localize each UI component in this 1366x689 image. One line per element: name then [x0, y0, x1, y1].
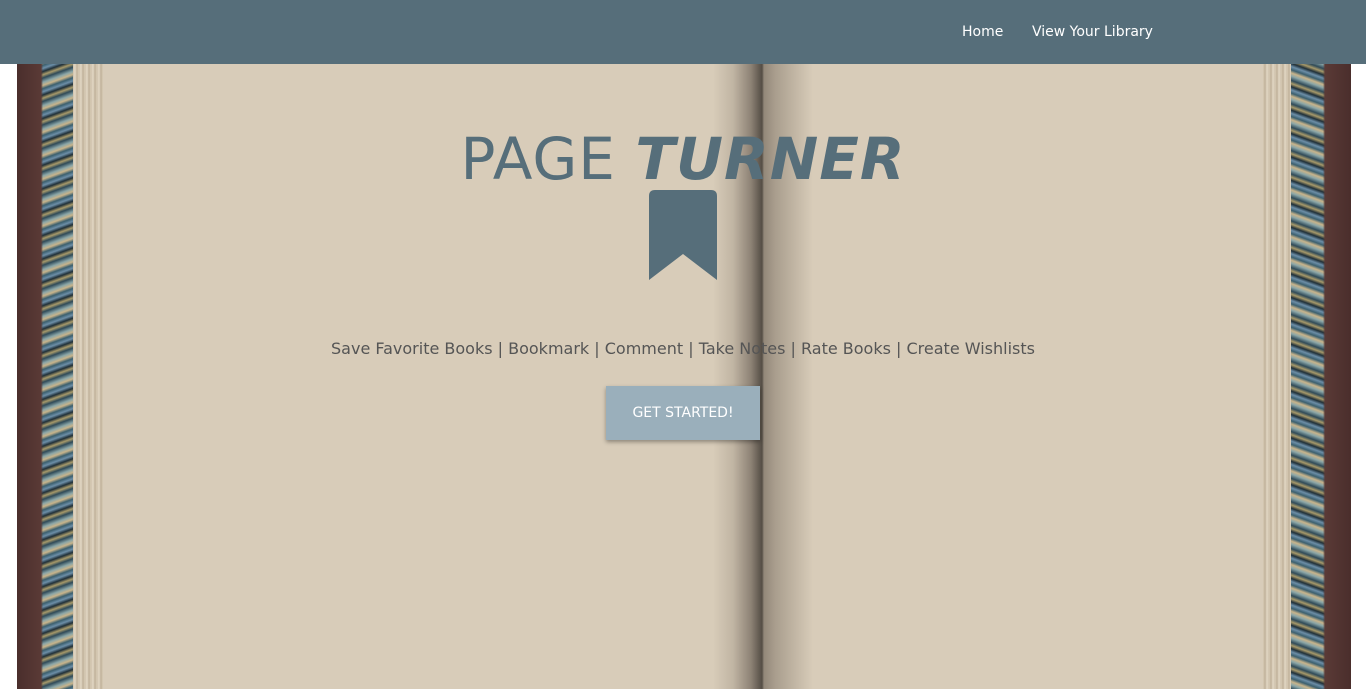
- nav-library-link[interactable]: View Your Library: [1032, 23, 1153, 41]
- get-started-button[interactable]: GET STARTED!: [606, 386, 760, 440]
- bookmark-icon: [649, 190, 717, 280]
- title-part-turner: TURNER: [635, 125, 906, 193]
- navbar: Home View Your Library: [0, 0, 1366, 64]
- features-list: Save Favorite Books | Bookmark | Comment…: [331, 339, 1035, 358]
- title-part-page: PAGE: [460, 125, 636, 193]
- page-title: PAGE TURNER: [0, 122, 1366, 196]
- nav-home-link[interactable]: Home: [962, 23, 1003, 41]
